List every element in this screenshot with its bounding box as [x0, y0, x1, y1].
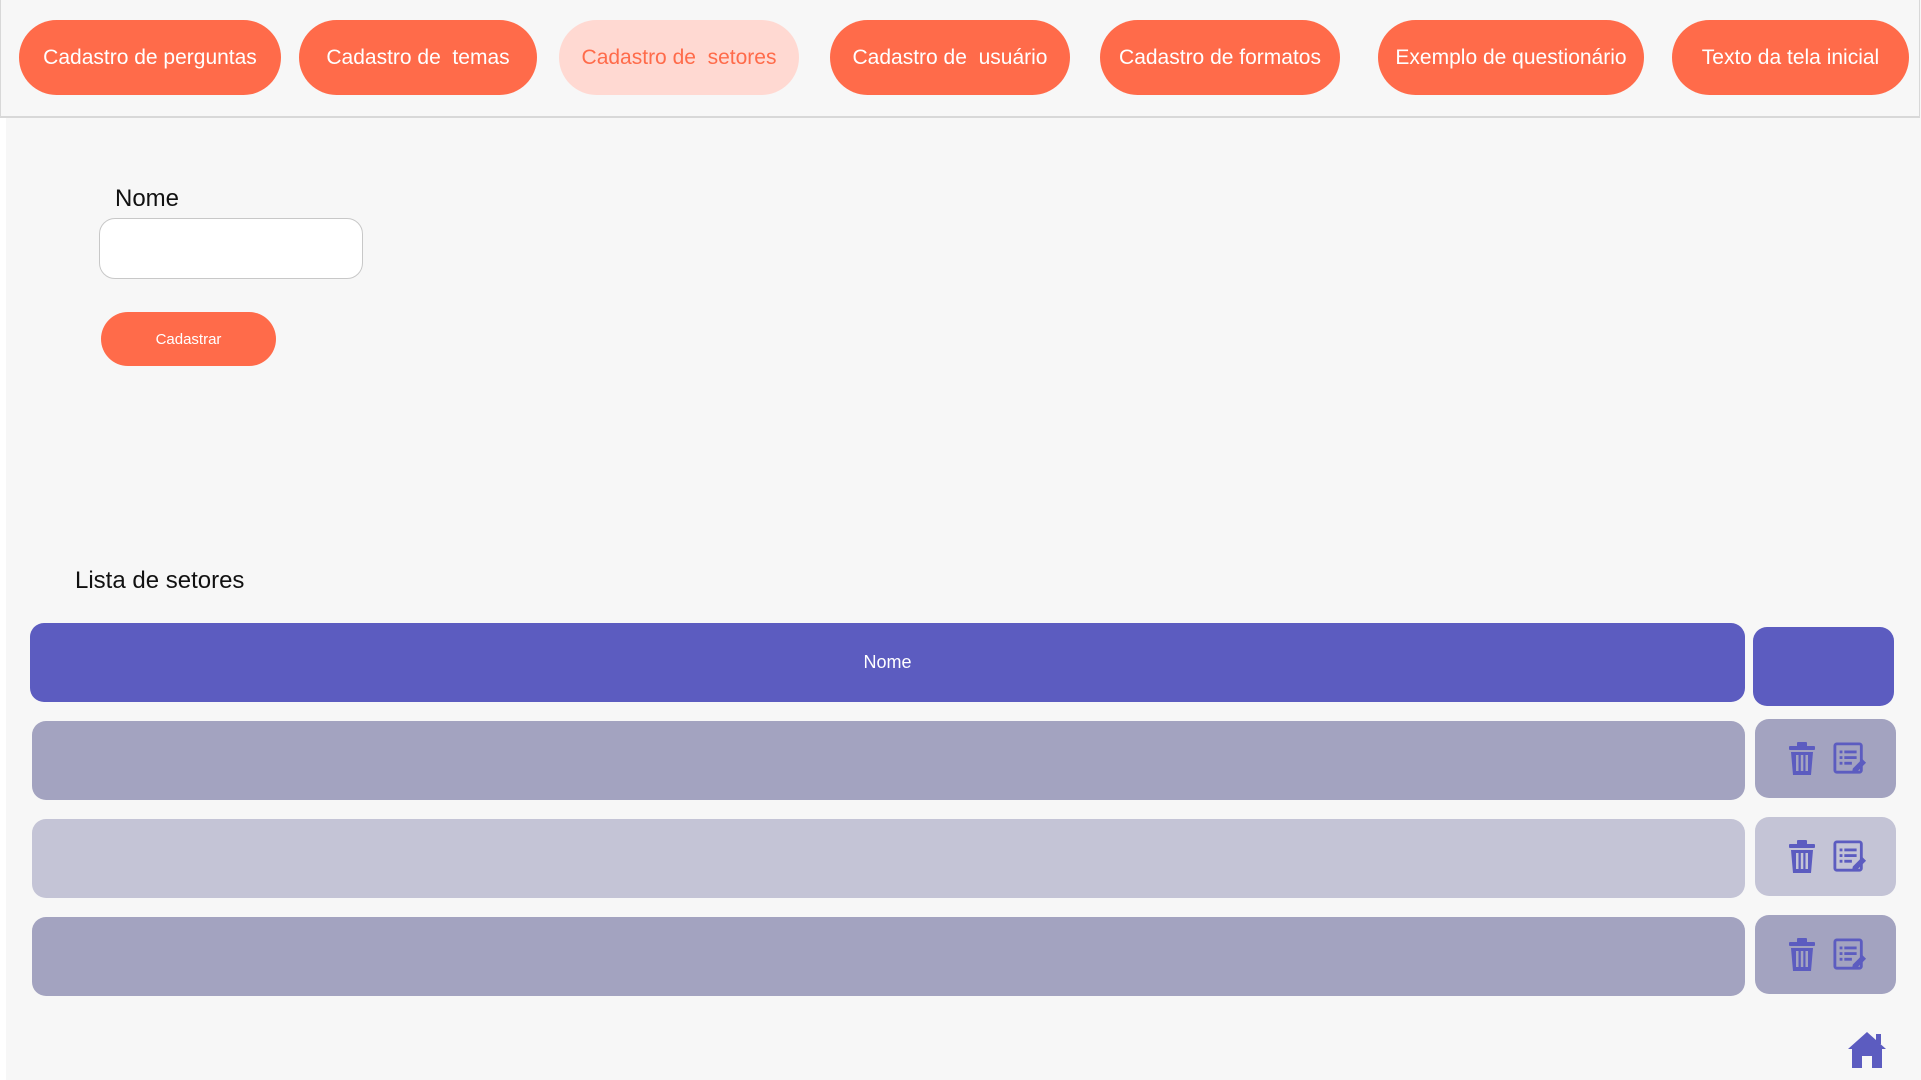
list-title: Lista de setores — [75, 567, 245, 594]
nav-cadastro-perguntas[interactable]: Cadastro de perguntas — [19, 20, 281, 95]
name-field-label: Nome — [115, 185, 180, 212]
trash-icon[interactable] — [1785, 936, 1819, 974]
table-header-name: Nome — [30, 623, 1745, 702]
trash-icon[interactable] — [1785, 838, 1819, 876]
edit-list-icon[interactable] — [1832, 838, 1867, 876]
nav-cadastro-temas[interactable]: Cadastro de temas — [299, 20, 537, 95]
table-row — [32, 917, 1745, 996]
nav-cadastro-usuario[interactable]: Cadastro de usuário — [830, 20, 1070, 95]
table-header-name-label: Nome — [863, 652, 912, 672]
left-edge — [0, 118, 6, 1080]
cadastrar-button[interactable]: Cadastrar — [101, 312, 276, 366]
row-actions — [1755, 719, 1896, 798]
row-actions — [1755, 817, 1896, 896]
page: Cadastro de perguntas Cadastro de temas … — [0, 0, 1921, 1080]
edit-list-icon[interactable] — [1832, 740, 1867, 778]
trash-icon[interactable] — [1785, 740, 1819, 778]
name-input[interactable] — [99, 218, 363, 279]
nav-texto-tela-inicial[interactable]: Texto da tela inicial — [1672, 20, 1909, 95]
row-actions — [1755, 915, 1896, 994]
nav-exemplo-questionario[interactable]: Exemplo de questionário — [1378, 20, 1644, 95]
edit-list-icon[interactable] — [1832, 936, 1867, 974]
nav-cadastro-formatos[interactable]: Cadastro de formatos — [1100, 20, 1340, 95]
table-row — [32, 819, 1745, 898]
top-nav: Cadastro de perguntas Cadastro de temas … — [0, 0, 1920, 118]
table-row — [32, 721, 1745, 800]
home-icon[interactable] — [1846, 1030, 1888, 1070]
nav-cadastro-setores[interactable]: Cadastro de setores — [559, 20, 799, 95]
table-header-actions — [1753, 627, 1894, 706]
